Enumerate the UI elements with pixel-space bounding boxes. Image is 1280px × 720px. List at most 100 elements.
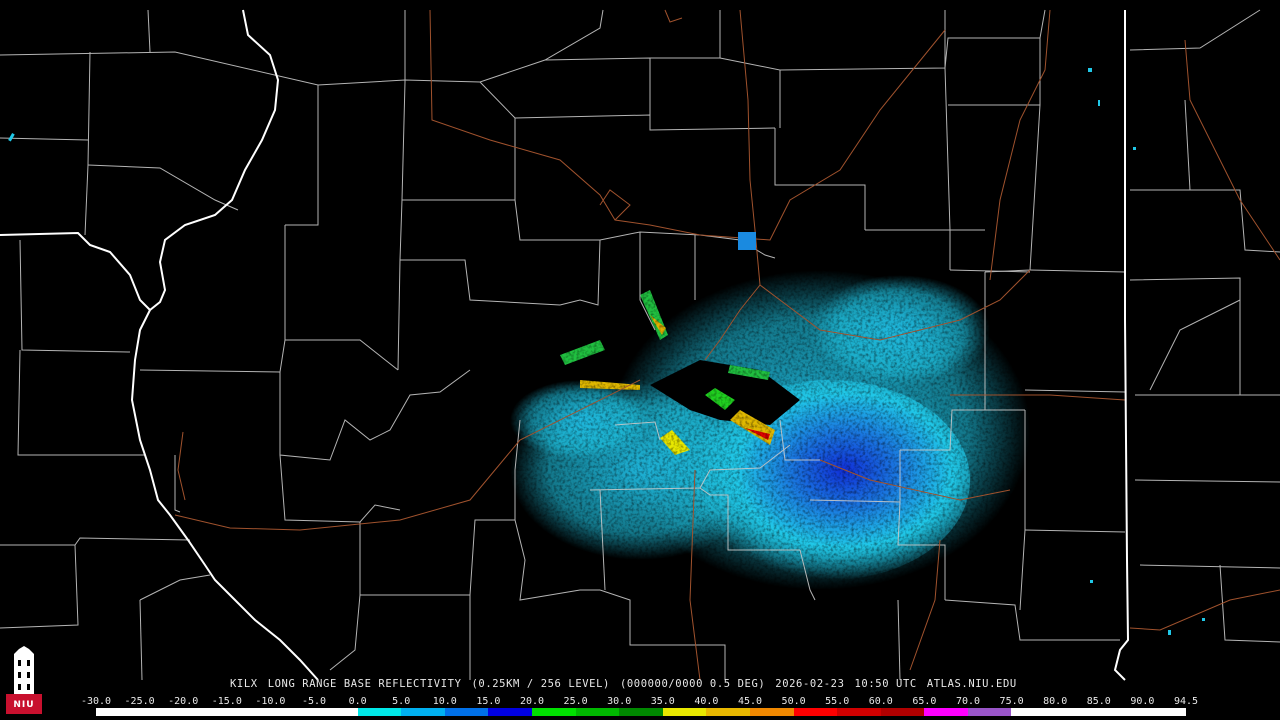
county-line	[944, 67, 985, 231]
county-line	[139, 574, 211, 601]
colorbar-swatch	[967, 708, 1012, 716]
scan-date: 2026-02-23	[775, 678, 845, 690]
county-line	[0, 537, 191, 546]
county-line	[279, 369, 471, 461]
echo-speck	[1168, 630, 1171, 635]
county-line	[147, 9, 151, 53]
colorbar-tick-label: 35.0	[650, 696, 675, 707]
colorbar-tick-label: 80.0	[1043, 696, 1068, 707]
highway-line	[599, 189, 631, 221]
county-line	[0, 137, 89, 141]
echo-speck	[8, 133, 15, 142]
colorbar-tick-label: 10.0	[432, 696, 457, 707]
colorbar-tick-label: 65.0	[912, 696, 937, 707]
colorbar-swatch	[662, 708, 707, 716]
colorbar-swatch	[706, 708, 750, 716]
colorbar-tick-label: -20.0	[168, 696, 199, 707]
county-line	[1134, 479, 1280, 483]
colorbar-swatch	[270, 708, 314, 716]
county-line	[1149, 299, 1241, 391]
colorbar-swatch	[488, 708, 532, 716]
scan-time: 10:50 UTC	[854, 678, 917, 690]
colorbar-tick-label: 60.0	[868, 696, 893, 707]
highway-line	[429, 9, 946, 241]
county-line	[329, 594, 361, 671]
colorbar-tick-label: -5.0	[301, 696, 327, 707]
county-line	[944, 9, 1046, 69]
county-line	[0, 544, 79, 629]
source-site: ATLAS.NIU.EDU	[926, 678, 1017, 690]
county-line	[284, 225, 399, 371]
county-line	[1130, 189, 1280, 253]
highway-line	[989, 9, 1051, 281]
county-line	[139, 339, 286, 373]
colorbar-swatch	[793, 708, 838, 716]
colorbar-tick-label: 25.0	[563, 696, 588, 707]
county-line	[1029, 269, 1126, 273]
colorbar-tick-label: -30.0	[80, 696, 112, 707]
colorbar-tick-label: 5.0	[392, 696, 411, 707]
echo-speck	[1098, 100, 1100, 106]
county-line	[544, 57, 651, 115]
highway-line	[664, 9, 683, 23]
highway-line	[1184, 39, 1280, 261]
colorbar-swatch	[139, 708, 184, 716]
colorbar-swatch	[575, 708, 620, 716]
colorbar-labels: -30.0 -25.0 -20.0 -15.0 -10.0 -5.0 0.0 5.0 10.0 1…	[81, 696, 1198, 708]
county-line	[402, 199, 600, 241]
colorbar-swatch	[1142, 708, 1186, 716]
product-name: LONG RANGE BASE REFLECTIVITY	[267, 678, 462, 690]
iowa-missouri-border	[0, 231, 151, 311]
colorbar-tick-label: 15.0	[476, 696, 501, 707]
colorbar-tick-label: 85.0	[1086, 696, 1111, 707]
county-line	[17, 349, 145, 456]
station-id: KILX	[230, 678, 258, 690]
colorbar-tick-label: -15.0	[211, 696, 242, 707]
colorbar-tick-label: 90.0	[1130, 696, 1155, 707]
colorbar-tick-label: 55.0	[825, 696, 850, 707]
county-line	[650, 10, 721, 59]
colorbar-tick-label: 40.0	[694, 696, 719, 707]
echo-speck	[1202, 618, 1205, 621]
county-line	[87, 164, 239, 211]
highway-line	[177, 431, 186, 501]
colorbar-tick-label: 0.0	[348, 696, 367, 707]
colorbar-swatch	[313, 708, 358, 716]
colorbar-swatch	[357, 708, 402, 716]
county-line	[397, 10, 406, 371]
colorbar-swatch	[749, 708, 794, 716]
county-line	[897, 599, 901, 681]
colorbar-swatch	[924, 708, 968, 716]
highway-line	[1129, 589, 1280, 631]
resolution-text: (0.25KM / 256 LEVEL)	[471, 678, 610, 690]
county-line	[139, 599, 143, 681]
county-line	[984, 38, 1041, 273]
colorbar-swatch	[226, 708, 271, 716]
colorbar-tick-label: 70.0	[955, 696, 981, 707]
echo-texture	[500, 260, 1020, 610]
echo-speck	[1090, 580, 1093, 583]
colorbar-tick-label: 45.0	[737, 696, 763, 707]
county-line	[1129, 9, 1261, 51]
colorbar-tick-label: 30.0	[607, 696, 632, 707]
county-line	[1129, 277, 1280, 396]
reflectivity-colorbar	[96, 708, 1186, 716]
colorbar-tick-label: 20.0	[519, 696, 545, 707]
colorbar-tick-label: 94.5	[1173, 696, 1199, 707]
county-line	[359, 522, 470, 596]
product-caption: KILX LONG RANGE BASE REFLECTIVITY (0.25KM …	[230, 678, 1027, 690]
colorbar-swatch	[1098, 708, 1143, 716]
colorbar-swatch	[183, 708, 227, 716]
colorbar-tick-label: -25.0	[124, 696, 155, 707]
county-line	[279, 454, 401, 523]
colorbar-swatch	[96, 708, 140, 716]
colorbar-swatch	[619, 708, 663, 716]
county-line	[479, 81, 516, 200]
colorbar-tick-label: 50.0	[781, 696, 806, 707]
echo-speck	[1088, 68, 1092, 72]
colorbar-swatch	[531, 708, 576, 716]
radar-map	[0, 9, 1280, 681]
county-line	[285, 85, 319, 226]
scan-info: (000000/0000 0.5 DEG)	[619, 678, 766, 690]
county-line	[1139, 564, 1280, 569]
